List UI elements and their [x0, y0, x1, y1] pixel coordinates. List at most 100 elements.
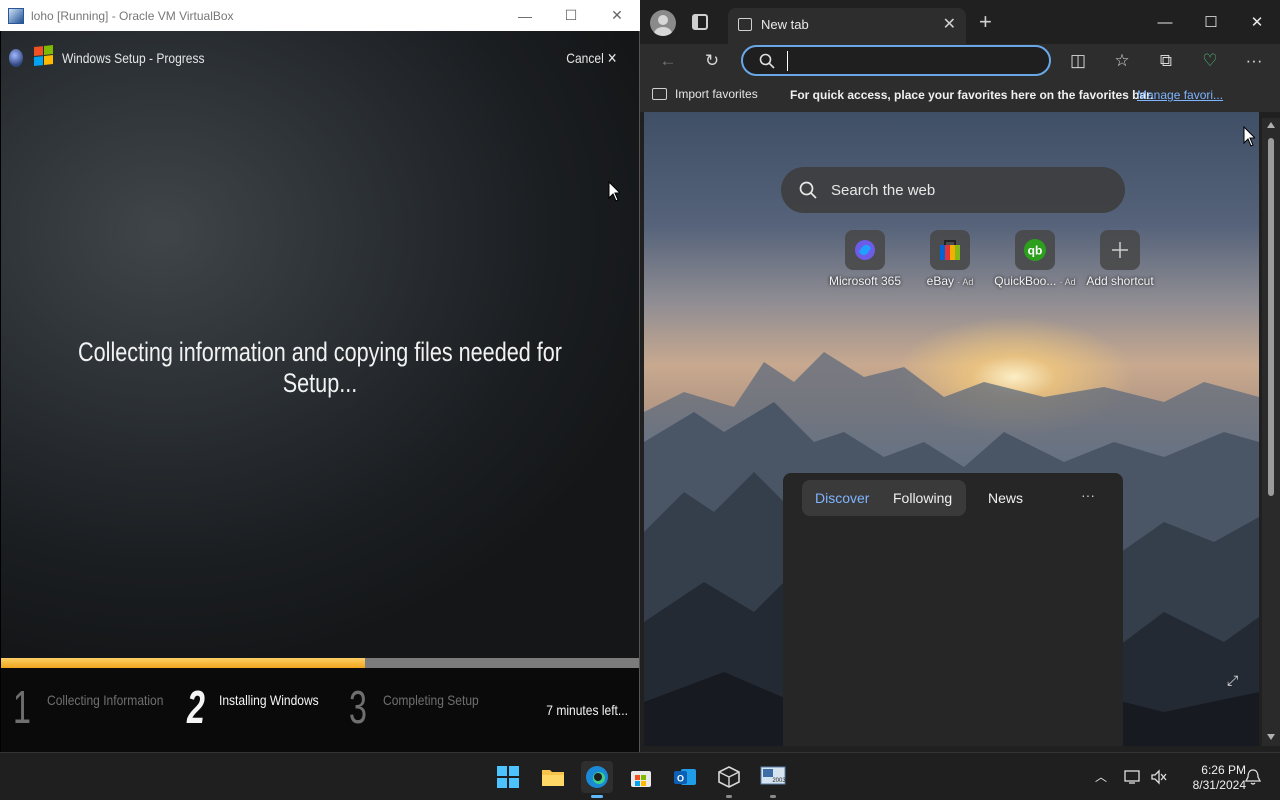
- outlook-icon: O: [674, 769, 696, 785]
- search-icon: [799, 181, 817, 199]
- windows-orb-icon: [9, 49, 23, 67]
- store-bag-icon: [631, 771, 651, 787]
- svg-text:2003: 2003: [772, 778, 786, 784]
- new-tab-button[interactable]: +: [979, 9, 992, 35]
- virtualbox-app-icon: [8, 7, 24, 24]
- new-tab-page-icon: [738, 18, 752, 31]
- shortcut-ebay[interactable]: eBay · Ad: [907, 230, 993, 288]
- clock-date: 8/31/2024: [1192, 778, 1246, 792]
- maximize-button[interactable]: ☐: [548, 0, 594, 31]
- page-scrollbar[interactable]: [1262, 118, 1280, 746]
- step-number: 3: [349, 681, 367, 733]
- setup-progress-fill: [1, 658, 365, 668]
- step-number: 1: [13, 681, 31, 733]
- taskbar-vm-instance[interactable]: 2003: [757, 761, 789, 798]
- web-search-box[interactable]: Search the web: [781, 167, 1125, 213]
- system-clock[interactable]: 6:26 PM 8/31/2024: [1176, 763, 1246, 793]
- vm-display[interactable]: Windows Setup - Progress Cancel ✕ Collec…: [1, 31, 639, 752]
- show-hidden-icons-chevron-icon[interactable]: ︿: [1095, 768, 1107, 785]
- taskbar-virtualbox[interactable]: [713, 761, 745, 798]
- virtualbox-cube-icon: [718, 766, 740, 788]
- step-number: 2: [187, 681, 205, 733]
- edge-toolbar: ← ↻ ◫ ☆ ⧉ ♡ ···: [640, 44, 1280, 78]
- virtual-machine-icon: 2003: [760, 766, 786, 785]
- cancel-button[interactable]: Cancel ✕: [566, 50, 617, 67]
- shortcut-microsoft-365[interactable]: Microsoft 365: [822, 230, 908, 288]
- browser-essentials-icon[interactable]: ♡: [1198, 49, 1222, 73]
- setup-status-message: Collecting information and copying files…: [78, 337, 562, 398]
- import-favorites-button[interactable]: Import favorites: [652, 87, 758, 101]
- back-arrow-icon[interactable]: ←: [656, 49, 680, 73]
- tab-label: New tab: [761, 17, 809, 32]
- quickbooks-icon: qb: [1015, 230, 1055, 270]
- notification-bell-icon[interactable]: [1245, 768, 1261, 786]
- scrollbar-thumb[interactable]: [1268, 138, 1274, 496]
- step-label: Completing Setup: [383, 692, 479, 708]
- favorites-hint: For quick access, place your favorites h…: [790, 88, 1154, 102]
- new-tab-page: Search the web Microsoft 365 eBay · Ad q…: [644, 112, 1259, 746]
- close-button[interactable]: ✕: [1234, 0, 1280, 44]
- split-screen-icon[interactable]: ◫: [1066, 49, 1090, 73]
- refresh-icon[interactable]: ↻: [700, 49, 724, 73]
- step-label: Collecting Information: [47, 692, 164, 708]
- shortcut-label: QuickBoo... · Ad: [994, 274, 1076, 288]
- shortcut-add[interactable]: Add shortcut: [1077, 230, 1163, 288]
- favorites-star-icon[interactable]: ☆: [1110, 49, 1134, 73]
- setup-title: Windows Setup - Progress: [62, 50, 205, 66]
- virtualbox-titlebar[interactable]: loho [Running] - Oracle VM VirtualBox — …: [0, 0, 640, 31]
- shortcut-label: eBay · Ad: [926, 274, 974, 288]
- feed-more-options-icon[interactable]: ···: [1081, 487, 1095, 503]
- tab-news[interactable]: News: [988, 490, 1023, 506]
- window-title: loho [Running] - Oracle VM VirtualBox: [31, 8, 234, 23]
- minimize-button[interactable]: —: [1142, 0, 1188, 44]
- windows-flag-icon: [34, 45, 54, 67]
- running-indicator: [726, 795, 732, 798]
- tab-following[interactable]: Following: [893, 490, 952, 506]
- shortcut-label: Add shortcut: [1086, 274, 1154, 288]
- setup-header: Windows Setup - Progress Cancel ✕: [1, 31, 639, 87]
- tab-actions-icon[interactable]: [692, 14, 708, 30]
- tab-discover[interactable]: Discover: [815, 490, 869, 506]
- tab-new-tab[interactable]: New tab ✕: [728, 8, 966, 44]
- address-input[interactable]: [787, 51, 1037, 71]
- manage-favorites-link[interactable]: Manage favori...: [1137, 88, 1229, 102]
- edge-window: New tab ✕ + — ☐ ✕ ← ↻ ◫ ☆ ⧉ ♡ ··· Import…: [640, 0, 1280, 752]
- network-icon[interactable]: [1124, 769, 1142, 785]
- collections-icon[interactable]: ⧉: [1154, 49, 1178, 73]
- close-button[interactable]: ✕: [594, 0, 640, 31]
- ebay-icon: [930, 230, 970, 270]
- windows-start-icon: [497, 766, 519, 788]
- active-indicator: [591, 795, 603, 798]
- tab-close-icon[interactable]: ✕: [943, 14, 956, 34]
- step-label: Installing Windows: [219, 692, 319, 708]
- address-bar[interactable]: [741, 45, 1051, 76]
- scroll-up-arrow-icon[interactable]: [1267, 122, 1275, 128]
- start-button[interactable]: [492, 761, 524, 793]
- shortcut-label: Microsoft 365: [828, 274, 902, 288]
- import-favorites-label: Import favorites: [675, 87, 758, 101]
- volume-muted-icon[interactable]: [1150, 769, 1168, 785]
- mouse-cursor-icon: [1243, 126, 1255, 147]
- taskbar-edge[interactable]: [581, 761, 613, 798]
- profile-avatar-icon[interactable]: [650, 10, 676, 36]
- taskbar-outlook[interactable]: O: [669, 761, 701, 793]
- taskbar-microsoft-store[interactable]: [625, 761, 657, 793]
- import-folder-icon: [652, 88, 667, 100]
- svg-text:O: O: [677, 774, 684, 784]
- scroll-down-arrow-icon[interactable]: [1267, 734, 1275, 740]
- maximize-button[interactable]: ☐: [1188, 0, 1234, 44]
- expand-icon[interactable]: ⤢: [1227, 672, 1238, 689]
- setup-steps: 1 Collecting Information 2 Installing Wi…: [1, 668, 639, 752]
- taskbar-file-explorer[interactable]: [537, 761, 569, 793]
- setup-progress-bar: [1, 658, 639, 668]
- favorites-bar: Import favorites For quick access, place…: [640, 78, 1280, 112]
- news-feed-panel: Discover Following News ···: [783, 473, 1123, 746]
- shortcut-quickbooks[interactable]: qb QuickBoo... · Ad: [992, 230, 1078, 288]
- svg-text:qb: qb: [1028, 244, 1043, 258]
- minimize-button[interactable]: —: [502, 0, 548, 31]
- more-options-icon[interactable]: ···: [1242, 49, 1266, 73]
- taskbar: O 2003 ︿ 6:26 PM 8/31/2024: [0, 752, 1280, 800]
- plus-icon: [1100, 230, 1140, 270]
- folder-icon: [542, 770, 564, 786]
- search-icon: [759, 53, 775, 69]
